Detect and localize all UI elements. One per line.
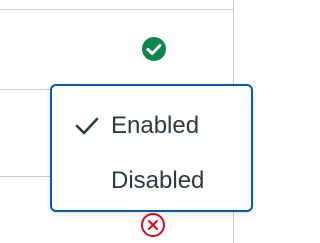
menu-item-enabled[interactable]: Enabled	[52, 104, 251, 148]
table-area: Enabled Disabled	[0, 0, 280, 243]
status-dropdown-menu: Enabled Disabled	[50, 84, 253, 212]
row-divider-top	[0, 9, 233, 10]
menu-item-disabled[interactable]: Disabled	[52, 159, 251, 203]
menu-item-disabled-label: Disabled	[111, 167, 205, 194]
menu-item-enabled-label: Enabled	[111, 112, 200, 139]
status-enabled-check-icon	[142, 37, 166, 61]
status-toggle-button-row-below[interactable]	[138, 210, 168, 240]
checkmark-icon	[74, 115, 100, 137]
status-disabled-x-icon	[141, 213, 165, 237]
status-toggle-button[interactable]	[139, 34, 169, 64]
